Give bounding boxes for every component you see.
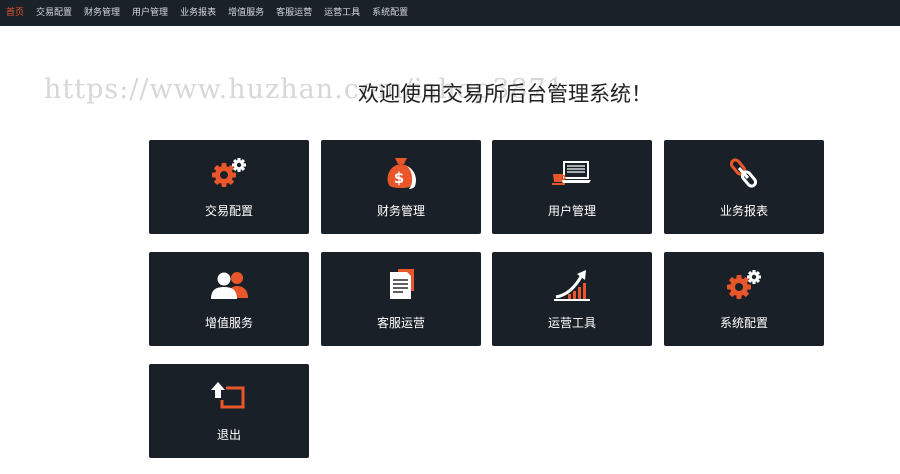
tile-value-added[interactable]: 增值服务 — [149, 252, 309, 346]
laptop-coffee-icon — [552, 156, 592, 190]
nav-item-value-added[interactable]: 增值服务 — [228, 0, 264, 26]
users-icon — [209, 268, 249, 302]
link-icon — [724, 156, 764, 190]
tile-reports[interactable]: 业务报表 — [664, 140, 824, 234]
nav-item-system-config[interactable]: 系统配置 — [372, 0, 408, 26]
nav-item-home[interactable]: 首页 — [6, 0, 24, 26]
nav-item-reports[interactable]: 业务报表 — [180, 0, 216, 26]
document-icon — [381, 268, 421, 302]
tile-logout[interactable]: 退出 — [149, 364, 309, 458]
gears-icon — [209, 156, 249, 190]
tile-label: 交易配置 — [204, 204, 253, 218]
tile-label: 退出 — [216, 428, 241, 442]
tile-system-config[interactable]: 系统配置 — [664, 252, 824, 346]
money-bag-icon: $ — [381, 156, 421, 190]
nav-item-customer-service[interactable]: 客服运营 — [276, 0, 312, 26]
nav-item-users[interactable]: 用户管理 — [132, 0, 168, 26]
tile-customer-service[interactable]: 客服运营 — [321, 252, 481, 346]
nav-item-ops-tools[interactable]: 运营工具 — [324, 0, 360, 26]
gears-icon — [724, 268, 764, 302]
tile-ops-tools[interactable]: 运营工具 — [492, 252, 652, 346]
tile-label: 运营工具 — [547, 316, 596, 330]
exit-icon — [209, 380, 249, 414]
tile-label: 增值服务 — [204, 316, 253, 330]
tile-trade-config[interactable]: 交易配置 — [149, 140, 309, 234]
tile-label: 财务管理 — [376, 204, 425, 218]
tile-label: 用户管理 — [547, 204, 596, 218]
tile-label: 客服运营 — [376, 316, 425, 330]
tile-label: 系统配置 — [719, 316, 768, 330]
tile-finance[interactable]: $ 财务管理 — [321, 140, 481, 234]
tile-label: 业务报表 — [719, 204, 768, 218]
top-nav-bar: 首页 交易配置 财务管理 用户管理 业务报表 增值服务 客服运营 运营工具 系统… — [0, 0, 900, 26]
nav-item-trade-config[interactable]: 交易配置 — [36, 0, 72, 26]
tile-users[interactable]: 用户管理 — [492, 140, 652, 234]
growth-chart-icon — [552, 268, 592, 302]
svg-text:$: $ — [394, 169, 404, 187]
welcome-title: 欢迎使用交易所后台管理系统！ — [358, 82, 652, 106]
nav-item-finance[interactable]: 财务管理 — [84, 0, 120, 26]
